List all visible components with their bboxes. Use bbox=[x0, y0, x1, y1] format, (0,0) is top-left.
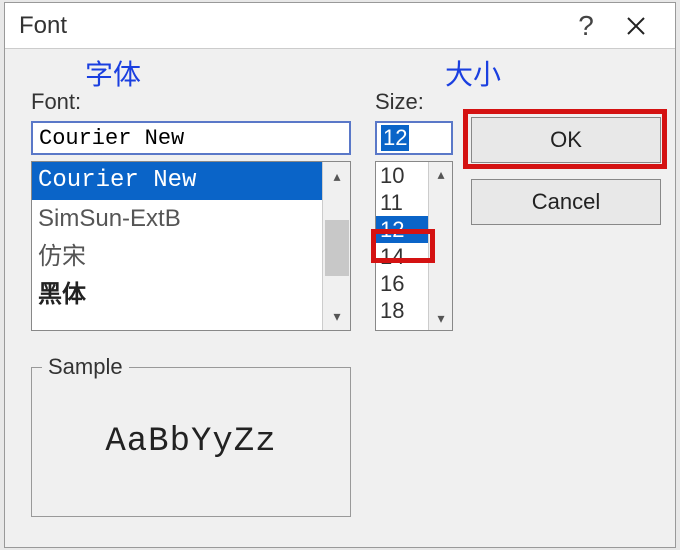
scroll-up-icon[interactable]: ▴ bbox=[323, 162, 351, 190]
scroll-up-icon[interactable]: ▴ bbox=[429, 162, 453, 186]
scroll-down-icon[interactable]: ▾ bbox=[323, 302, 351, 330]
ok-button[interactable]: OK bbox=[471, 117, 661, 163]
font-scrollbar[interactable]: ▴ ▾ bbox=[322, 162, 350, 330]
size-option[interactable]: 18 bbox=[376, 297, 428, 324]
font-dialog: Font ? 字体 大小 Font: Courier NewSimSun-Ext… bbox=[4, 2, 676, 548]
sample-legend: Sample bbox=[42, 354, 129, 380]
font-option[interactable]: Courier New bbox=[32, 162, 322, 200]
help-icon[interactable]: ? bbox=[561, 10, 611, 42]
size-option[interactable]: 12 bbox=[376, 216, 428, 243]
font-option[interactable]: SimSun-ExtB bbox=[32, 200, 322, 238]
titlebar: Font ? bbox=[5, 3, 675, 49]
cancel-button[interactable]: Cancel bbox=[471, 179, 661, 225]
font-option[interactable]: 仿宋 bbox=[32, 238, 322, 276]
scroll-thumb[interactable] bbox=[325, 220, 349, 276]
size-input-value: 12 bbox=[381, 125, 409, 151]
font-label: Font: bbox=[31, 89, 81, 115]
size-option[interactable]: 10 bbox=[376, 162, 428, 189]
size-listbox[interactable]: 101112141618 ▴ ▾ bbox=[375, 161, 453, 331]
sample-text: AaBbYyZz bbox=[32, 423, 350, 461]
scroll-down-icon[interactable]: ▾ bbox=[429, 306, 453, 330]
font-option[interactable]: 黑体 bbox=[32, 276, 322, 314]
dialog-title: Font bbox=[19, 12, 561, 40]
size-input[interactable]: 12 bbox=[375, 121, 453, 155]
annotation-font-zh: 字体 bbox=[85, 53, 141, 93]
size-option[interactable]: 16 bbox=[376, 270, 428, 297]
font-listbox[interactable]: Courier NewSimSun-ExtB仿宋黑体 ▴ ▾ bbox=[31, 161, 351, 331]
size-scrollbar[interactable]: ▴ ▾ bbox=[428, 162, 452, 330]
size-label: Size: bbox=[375, 89, 424, 115]
sample-groupbox: Sample AaBbYyZz bbox=[31, 367, 351, 517]
size-option[interactable]: 14 bbox=[376, 243, 428, 270]
size-option[interactable]: 11 bbox=[376, 189, 428, 216]
dialog-body: Font: Courier NewSimSun-ExtB仿宋黑体 ▴ ▾ Siz… bbox=[23, 89, 657, 537]
font-input[interactable] bbox=[31, 121, 351, 155]
close-icon[interactable] bbox=[611, 3, 661, 49]
annotation-size-zh: 大小 bbox=[445, 53, 501, 93]
